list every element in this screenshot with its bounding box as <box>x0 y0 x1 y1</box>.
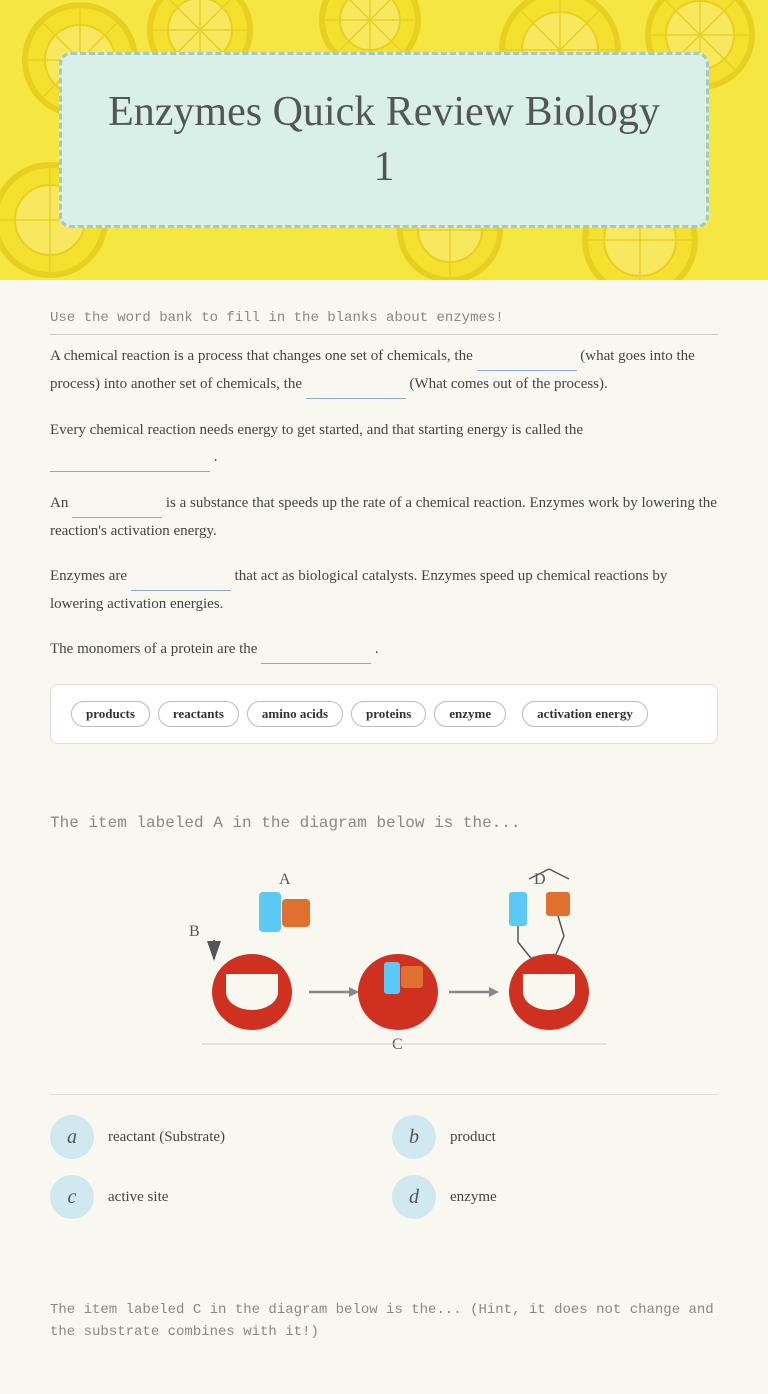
answer-option-d[interactable]: d enzyme <box>392 1175 718 1219</box>
answer-option-b[interactable]: b product <box>392 1115 718 1159</box>
p2-blank[interactable] <box>50 444 210 472</box>
answer-label-c: active site <box>108 1189 168 1206</box>
arrow-right-2-head <box>489 987 499 997</box>
tag-amino-acids[interactable]: amino acids <box>247 701 343 727</box>
section-divider-1 <box>50 764 718 794</box>
section-divider-2 <box>50 1239 718 1269</box>
tag-reactants[interactable]: reactants <box>158 701 239 727</box>
arrow-right-1-head <box>349 987 359 997</box>
p2-text-after: . <box>214 449 218 465</box>
title-card: Enzymes Quick Review Biology 1 <box>59 52 709 227</box>
p5-blank[interactable] <box>261 636 371 664</box>
answer-circle-b: b <box>392 1115 436 1159</box>
product-orange <box>546 892 570 916</box>
p3-text-before: An <box>50 495 68 511</box>
paragraph-2: Every chemical reaction needs energy to … <box>50 417 718 472</box>
p3-blank[interactable] <box>72 490 162 518</box>
answer-option-a[interactable]: a reactant (Substrate) <box>50 1115 376 1159</box>
p1-blank2[interactable] <box>306 371 406 399</box>
answer-circle-a: a <box>50 1115 94 1159</box>
tag-enzyme[interactable]: enzyme <box>434 701 506 727</box>
paragraph-3: An is a substance that speeds up the rat… <box>50 490 718 545</box>
p1-blank1[interactable] <box>477 343 577 371</box>
product-blue <box>509 892 527 926</box>
paragraph-5: The monomers of a protein are the . <box>50 636 718 664</box>
paragraph-4: Enzymes are that act as biological catal… <box>50 563 718 618</box>
enzyme-1-top <box>226 974 278 992</box>
label-b: B <box>189 923 200 940</box>
answer-label-a: reactant (Substrate) <box>108 1129 225 1146</box>
label-a: A <box>279 871 291 888</box>
diagram-section-1: The item labeled A in the diagram below … <box>50 814 718 1344</box>
answer-label-d: enzyme <box>450 1189 497 1206</box>
substrate-orange-1 <box>282 899 310 927</box>
substrate-orange-2 <box>401 966 423 988</box>
p5-text-after: . <box>375 641 379 657</box>
enzyme-3-top <box>523 974 575 992</box>
answer-label-b: product <box>450 1129 496 1146</box>
p4-blank[interactable] <box>131 563 231 591</box>
bottom-question: The item labeled C in the diagram below … <box>50 1299 718 1344</box>
substrate-blue-1 <box>259 892 281 932</box>
tag-products[interactable]: products <box>71 701 150 727</box>
enzyme-diagram-svg: A B C <box>134 844 634 1074</box>
instruction-text: Use the word bank to fill in the blanks … <box>50 310 718 335</box>
paragraph-1: A chemical reaction is a process that ch… <box>50 343 718 399</box>
diagram-container: A B C <box>50 844 718 1074</box>
content-area: Use the word bank to fill in the blanks … <box>0 280 768 1394</box>
word-bank-box: products reactants amino acids proteins … <box>50 684 718 744</box>
substrate-blue-2 <box>384 962 400 994</box>
p1-text-before: A chemical reaction is a process that ch… <box>50 348 473 364</box>
d-bracket2 <box>549 869 569 879</box>
p4-text-before: Enzymes are <box>50 568 127 584</box>
product-orange-line <box>558 916 564 936</box>
answer-circle-c: c <box>50 1175 94 1219</box>
tag-proteins[interactable]: proteins <box>351 701 426 727</box>
page-title: Enzymes Quick Review Biology 1 <box>102 85 666 194</box>
p2-text-before: Every chemical reaction needs energy to … <box>50 422 583 438</box>
answer-circle-d: d <box>392 1175 436 1219</box>
p5-text-before: The monomers of a protein are the <box>50 641 257 657</box>
header-section: Enzymes Quick Review Biology 1 <box>0 0 768 280</box>
diagram-question-1: The item labeled A in the diagram below … <box>50 814 718 832</box>
p1-text-after: (What comes out of the process). <box>410 376 608 392</box>
answer-options: a reactant (Substrate) b product c activ… <box>50 1094 718 1219</box>
answer-option-c[interactable]: c active site <box>50 1175 376 1219</box>
word-bank-tags: products reactants amino acids proteins … <box>71 701 697 727</box>
tag-activation-energy[interactable]: activation energy <box>522 701 648 727</box>
